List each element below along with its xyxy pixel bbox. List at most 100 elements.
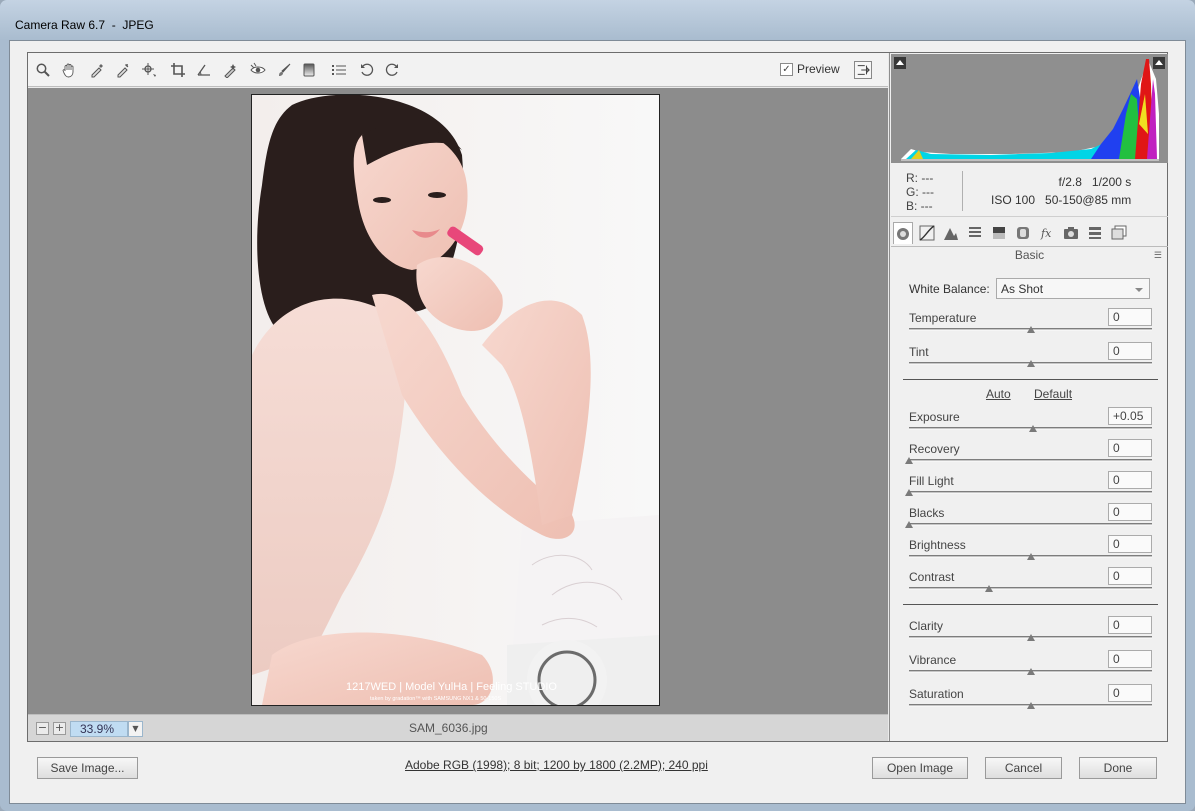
crop-tool-icon[interactable] [169,61,187,79]
fullscreen-toggle-icon[interactable] [854,61,872,79]
tab-tone-curve-icon[interactable] [917,222,937,244]
saturation-thumb[interactable] [1026,702,1035,709]
white-balance-label: White Balance: [909,282,990,296]
preview-checkbox[interactable]: ✓ [780,62,793,76]
watermark-line2: taken by gradation™ with SAMSUNG NX1 & 5… [370,696,501,702]
white-balance-row: White Balance: As Shot [909,278,1154,300]
zoom-level[interactable]: 33.9% [70,721,128,737]
blacks-slider[interactable]: Blacks 0 [905,503,1152,538]
window-title: Camera Raw 6.7 - JPEG [15,18,154,32]
vibrance-label: Vibrance [909,653,957,667]
red-eye-removal-tool-icon[interactable] [249,61,267,79]
rgb-r-value: R: --- [906,171,934,185]
targeted-adjustment-tool-icon[interactable] [140,61,158,79]
title-bar[interactable]: Camera Raw 6.7 - JPEG [0,0,1195,40]
zoom-tool-icon[interactable] [34,61,52,79]
panel-title-label: Basic [1014,248,1045,262]
brightness-label: Brightness [909,538,966,552]
tab-camera-calibration-icon[interactable] [1061,222,1081,244]
adjustment-brush-tool-icon[interactable] [275,61,293,79]
rotate-ccw-icon[interactable] [358,61,376,79]
status-bar: − + 33.9% ▼ SAM_6036.jpg [28,714,888,741]
straighten-tool-icon[interactable] [195,61,213,79]
hand-tool-icon[interactable] [60,61,78,79]
rotate-cw-icon[interactable] [383,61,401,79]
zoom-in-button[interactable]: + [53,722,66,735]
contrast-track[interactable] [909,587,1152,590]
tab-hsl-icon[interactable] [965,222,985,244]
tab-effects-icon[interactable]: fx [1037,222,1057,244]
spot-removal-tool-icon[interactable] [221,61,239,79]
clarity-value[interactable]: 0 [1108,616,1152,634]
blacks-track[interactable] [909,523,1152,526]
white-balance-select[interactable]: As Shot [996,278,1150,299]
temperature-slider[interactable]: Temperature 0 [909,308,1152,343]
blacks-value[interactable]: 0 [1108,503,1152,521]
tint-label: Tint [909,345,929,359]
clarity-slider[interactable]: Clarity 0 [909,616,1152,651]
clarity-thumb[interactable] [1026,634,1035,641]
tab-detail-icon[interactable] [941,222,961,244]
temperature-thumb[interactable] [1026,326,1035,333]
save-image-button[interactable]: Save Image... [37,757,138,779]
exposure-thumb[interactable] [1028,425,1037,432]
rgb-g-value: G: --- [906,185,934,199]
histogram [891,54,1168,163]
auto-link[interactable]: Auto [986,387,1011,401]
contrast-thumb[interactable] [985,585,994,592]
exposure-value[interactable]: +0.05 [1108,407,1152,425]
brightness-thumb[interactable] [1026,553,1035,560]
graduated-filter-tool-icon[interactable] [300,61,318,79]
saturation-slider[interactable]: Saturation 0 [909,684,1152,719]
fill-light-thumb[interactable] [905,489,913,496]
iso: ISO 100 [991,193,1036,207]
color-sampler-tool-icon[interactable] [114,61,132,79]
default-link[interactable]: Default [1034,387,1072,401]
tab-presets-icon[interactable] [1085,222,1105,244]
vibrance-value[interactable]: 0 [1108,650,1152,668]
image-preview-area[interactable]: 1217WED | Model YulHa | Feeling STUDIO t… [28,88,888,714]
saturation-value[interactable]: 0 [1108,684,1152,702]
brightness-slider[interactable]: Brightness 0 [909,535,1152,570]
preferences-list-icon[interactable] [330,61,348,79]
tab-split-toning-icon[interactable] [989,222,1009,244]
zoom-out-button[interactable]: − [36,722,49,735]
panel-menu-icon[interactable]: ☰ [1154,250,1162,261]
blacks-thumb[interactable] [905,521,913,528]
tint-thumb[interactable] [1026,360,1035,367]
contrast-label: Contrast [909,570,955,584]
preview-toggle[interactable]: ✓ Preview [780,62,840,76]
divider [903,604,1158,605]
recovery-thumb[interactable] [905,457,913,464]
cancel-button[interactable]: Cancel [985,757,1062,779]
done-button[interactable]: Done [1079,757,1157,779]
tint-slider[interactable]: Tint 0 [909,342,1152,377]
vibrance-thumb[interactable] [1026,668,1035,675]
tab-basic-icon[interactable] [893,222,913,244]
contrast-slider[interactable]: Contrast 0 [909,567,1152,602]
exposure-label: Exposure [909,410,960,424]
workflow-options-link[interactable]: Adobe RGB (1998); 8 bit; 1200 by 1800 (2… [405,758,708,772]
panel-title: Basic ☰ [891,248,1168,264]
tab-lens-corrections-icon[interactable] [1013,222,1033,244]
temperature-value[interactable]: 0 [1108,308,1152,326]
white-balance-tool-icon[interactable] [88,61,106,79]
tab-snapshots-icon[interactable] [1109,222,1129,244]
photo-image: 1217WED | Model YulHa | Feeling STUDIO t… [252,95,659,705]
zoom-dropdown-icon[interactable]: ▼ [128,721,143,737]
exposure-slider[interactable]: Exposure +0.05 [909,407,1152,442]
recovery-slider[interactable]: Recovery 0 [905,439,1152,474]
recovery-value[interactable]: 0 [1108,439,1152,457]
toolbar: ✓ Preview [28,53,888,87]
photo-preview[interactable]: 1217WED | Model YulHa | Feeling STUDIO t… [251,94,660,706]
tint-value[interactable]: 0 [1108,342,1152,360]
contrast-value[interactable]: 0 [1108,567,1152,585]
recovery-track[interactable] [909,459,1152,462]
open-image-button[interactable]: Open Image [872,757,968,779]
info-separator [962,171,963,211]
brightness-value[interactable]: 0 [1108,535,1152,553]
vibrance-slider[interactable]: Vibrance 0 [909,650,1152,685]
fill-light-track[interactable] [909,491,1152,494]
fill-light-slider[interactable]: Fill Light 0 [905,471,1152,506]
fill-light-value[interactable]: 0 [1108,471,1152,489]
